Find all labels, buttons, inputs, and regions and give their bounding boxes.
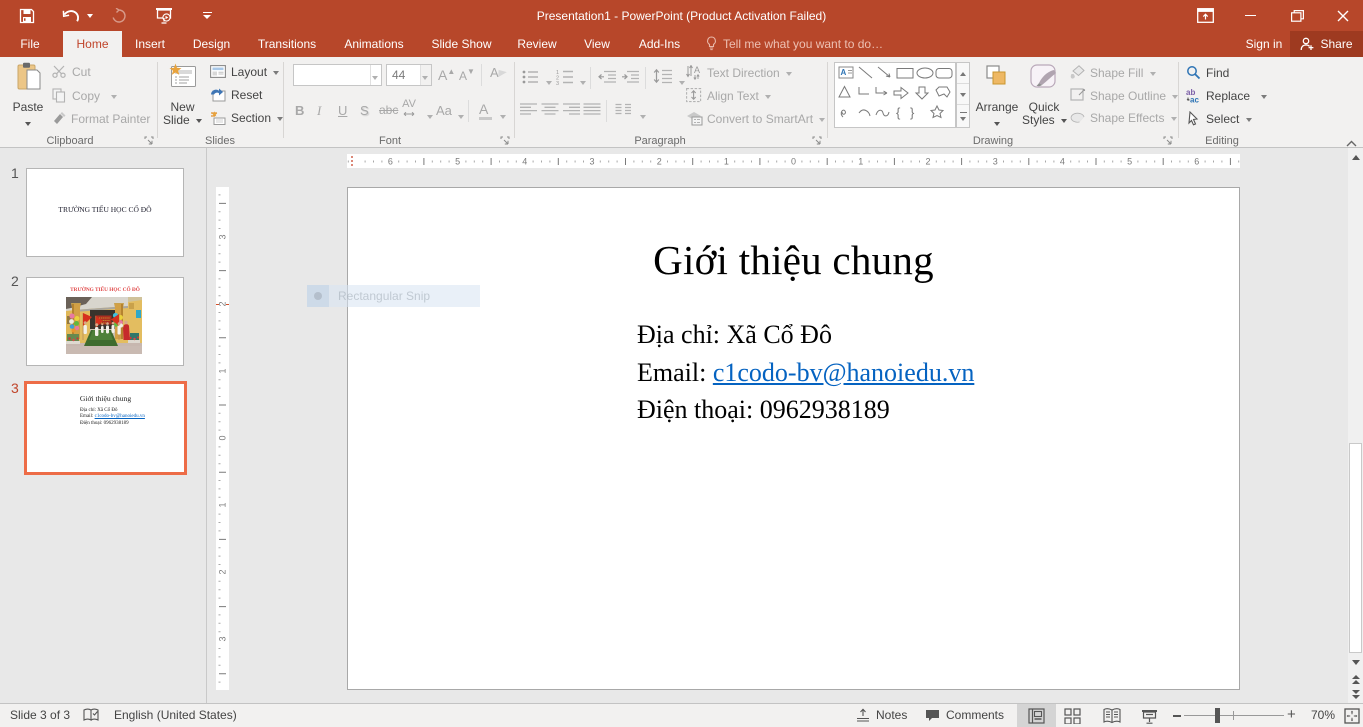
svg-text:{: { xyxy=(896,105,901,120)
svg-text:4: 4 xyxy=(1060,157,1065,167)
svg-text:A: A xyxy=(694,65,700,75)
svg-text:1: 1 xyxy=(724,157,729,167)
svg-text:5: 5 xyxy=(455,157,460,167)
svg-text:0: 0 xyxy=(791,157,796,167)
svg-text:6: 6 xyxy=(1194,157,1199,167)
svg-text:3: 3 xyxy=(218,234,228,239)
svg-text:1: 1 xyxy=(218,502,228,507)
svg-text:}: } xyxy=(910,105,915,120)
svg-text:0: 0 xyxy=(218,435,228,440)
svg-text:2: 2 xyxy=(218,569,228,574)
svg-text:1: 1 xyxy=(218,368,228,373)
svg-text:6: 6 xyxy=(388,157,393,167)
svg-text:3: 3 xyxy=(993,157,998,167)
svg-text:2: 2 xyxy=(925,157,930,167)
svg-text:2: 2 xyxy=(657,157,662,167)
svg-text:3: 3 xyxy=(556,81,559,85)
svg-text:ac: ac xyxy=(1190,96,1199,104)
svg-text:3: 3 xyxy=(589,157,594,167)
svg-text:4: 4 xyxy=(522,157,527,167)
svg-text:A: A xyxy=(841,68,847,77)
svg-text:1: 1 xyxy=(858,157,863,167)
svg-text:3: 3 xyxy=(218,636,228,641)
svg-text:5: 5 xyxy=(1127,157,1132,167)
